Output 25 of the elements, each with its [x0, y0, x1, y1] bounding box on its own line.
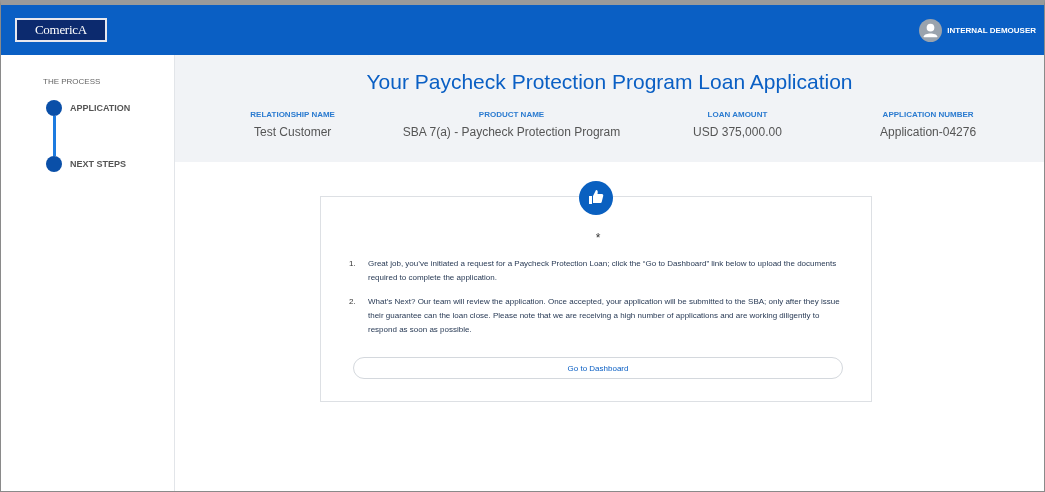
field-label: APPLICATION NUMBER — [881, 110, 975, 119]
step-connector — [52, 116, 56, 156]
field-label: LOAN AMOUNT — [706, 110, 769, 119]
page-title: Your Paycheck Protection Program Loan Application — [365, 70, 854, 94]
thumbs-up-icon — [579, 181, 613, 215]
step-dot — [46, 156, 62, 172]
asterisk-mark: * — [594, 231, 602, 245]
sidebar-title: THE PROCESS — [43, 77, 102, 86]
user-name[interactable]: INTERNAL DEMOUSER — [947, 25, 1036, 35]
field-label: PRODUCT NAME — [477, 110, 546, 119]
logo[interactable]: ComericA — [15, 18, 107, 42]
list-number: 2. — [349, 296, 357, 308]
field-value: Test Customer — [252, 125, 333, 139]
field-label: RELATIONSHIP NAME — [249, 110, 336, 119]
list-number: 1. — [349, 258, 357, 270]
go-to-dashboard-button[interactable]: Go to Dashboard — [353, 357, 843, 379]
list-text: Great job, you’ve initiated a request for a Paycheck Protection Loan; click the “Go to Dashboard” link below to upload the documents required to complete the application. — [368, 258, 838, 284]
field-value: Application-04276 — [879, 125, 978, 139]
step-dot — [46, 100, 62, 116]
field-value: SBA 7(a) - Paycheck Protection Program — [401, 125, 622, 139]
step-label[interactable]: APPLICATION — [70, 103, 131, 113]
list-text: What’s Next? Our team will review the application. Once accepted, your application will be submitted to the SBA; only after they issue their guarantee can the loan close. Please note that we are receiving a high number of applications and are working diligently to respond as soon as possible. — [368, 296, 841, 336]
user-avatar-icon[interactable] — [919, 18, 943, 42]
step-label[interactable]: NEXT STEPS — [70, 159, 126, 169]
field-value: USD 375,000.00 — [692, 125, 783, 139]
